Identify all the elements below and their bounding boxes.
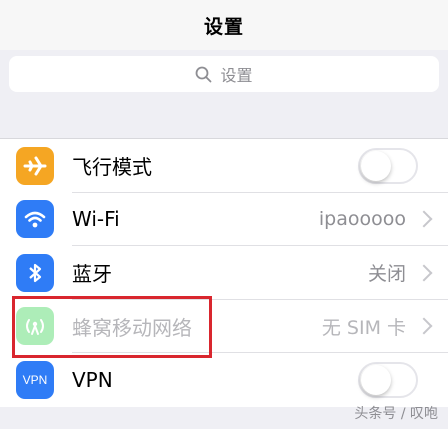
settings-list: 飞行模式 Wi-Fi ipaooooo 蓝牙 关闭 蜂窝移动网络 无 SIM 卡… xyxy=(0,138,448,407)
row-label: 飞行模式 xyxy=(72,155,152,180)
row-label: VPN xyxy=(72,367,113,392)
chevron-right-icon xyxy=(415,210,433,228)
airplane-mode-toggle[interactable] xyxy=(358,147,418,184)
row-airplane-mode[interactable]: 飞行模式 xyxy=(0,139,448,193)
cellular-status-value: 无 SIM 卡 xyxy=(321,316,406,339)
row-wifi[interactable]: Wi-Fi ipaooooo xyxy=(0,193,448,246)
row-bluetooth[interactable]: 蓝牙 关闭 xyxy=(0,246,448,300)
cellular-icon xyxy=(16,307,54,346)
airplane-icon xyxy=(16,146,54,185)
vpn-toggle[interactable] xyxy=(358,361,418,398)
navigation-bar: 设置 xyxy=(0,0,448,50)
wifi-icon xyxy=(16,200,54,239)
row-label: Wi-Fi xyxy=(72,207,120,232)
search-placeholder: 设置 xyxy=(220,66,253,85)
row-vpn[interactable]: VPN VPN xyxy=(0,353,448,407)
row-label: 蜂窝移动网络 xyxy=(72,315,192,340)
wifi-network-value: ipaooooo xyxy=(318,208,406,231)
vpn-icon: VPN xyxy=(16,360,54,399)
search-bar: 设置 xyxy=(0,50,448,98)
vpn-icon-text: VPN xyxy=(22,372,48,387)
watermark: 头条号 / 叹咆 xyxy=(354,406,438,422)
row-cellular[interactable]: 蜂窝移动网络 无 SIM 卡 xyxy=(0,300,448,353)
row-label: 蓝牙 xyxy=(72,262,112,287)
chevron-right-icon xyxy=(415,317,433,335)
bluetooth-icon xyxy=(16,253,54,292)
search-input[interactable]: 设置 xyxy=(9,56,439,92)
search-icon xyxy=(196,66,212,82)
bluetooth-status-value: 关闭 xyxy=(367,263,406,286)
chevron-right-icon xyxy=(415,264,433,282)
page-title: 设置 xyxy=(203,15,244,38)
